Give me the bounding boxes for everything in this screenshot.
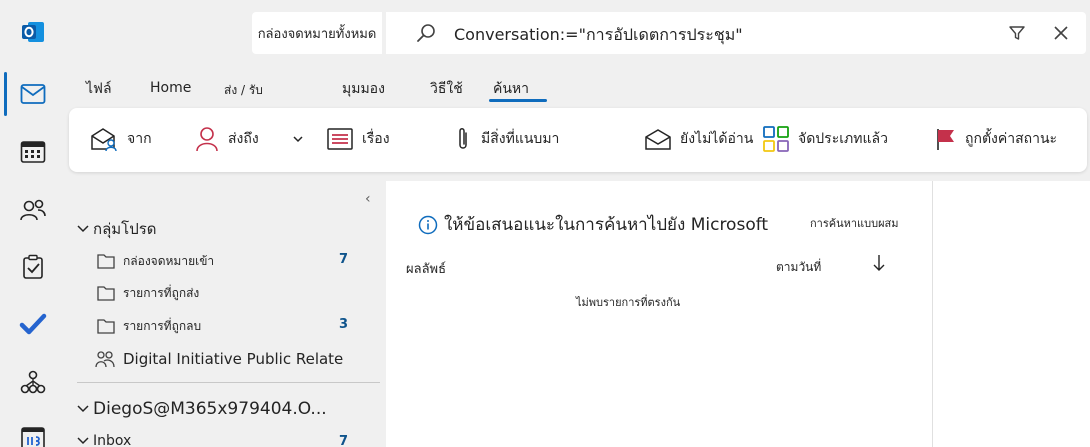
tab-search[interactable]: ค้นหา bbox=[493, 78, 529, 100]
folder-pane: ‹ กลุ่มโปรด กล่องจดหมายเข้า 7 รายการที่ถ… bbox=[69, 181, 386, 447]
folder-label: รายการที่ถูกส่ง bbox=[123, 285, 200, 300]
to-label: ส่งถึง bbox=[228, 131, 259, 147]
unread-label: ยังไม่ได้อ่าน bbox=[680, 131, 754, 147]
unread-count-badge: 3 bbox=[339, 317, 349, 332]
from-button[interactable]: จาก bbox=[89, 124, 152, 154]
people-icon[interactable] bbox=[13, 190, 53, 230]
feedback-text: ให้ข้อเสนอแนะในการค้นหาไปยัง Microsoft bbox=[444, 215, 769, 235]
search-input[interactable]: Conversation:="การอัปเดตการประชุม" bbox=[454, 23, 743, 48]
envelope-person-icon bbox=[91, 128, 117, 152]
divider bbox=[77, 382, 380, 383]
mail-icon[interactable] bbox=[13, 74, 53, 114]
outlook-logo-icon bbox=[13, 12, 53, 52]
filter-icon[interactable] bbox=[1008, 24, 1026, 46]
categorized-button[interactable]: จัดประเภทแล้ว bbox=[762, 124, 888, 154]
tab-help[interactable]: วิธีใช้ bbox=[430, 78, 463, 100]
feedback-link[interactable]: ให้ข้อเสนอแนะในการค้นหาไปยัง Microsoft bbox=[418, 211, 768, 238]
folder-icon bbox=[97, 254, 115, 269]
search-ribbon: จาก ส่งถึง เรื่อง มีสิ่งที่แนบมา ยังไม่ไ… bbox=[69, 108, 1087, 172]
calendar-icon[interactable] bbox=[13, 132, 53, 172]
favorites-label: กลุ่มโปรด bbox=[93, 220, 157, 238]
attachments-label: มีสิ่งที่แนบมา bbox=[481, 131, 560, 147]
reading-pane bbox=[932, 181, 1090, 447]
to-button[interactable]: ส่งถึง bbox=[194, 124, 259, 154]
folder-label: รายการที่ถูกลบ bbox=[123, 318, 202, 333]
chevron-down-icon bbox=[293, 136, 303, 143]
org-explorer-icon[interactable] bbox=[13, 362, 53, 402]
inbox-header[interactable]: Inbox bbox=[77, 433, 131, 447]
results-header: ผลลัพธ์ bbox=[406, 262, 447, 277]
inbox-label: Inbox bbox=[93, 433, 132, 447]
unread-count-badge: 7 bbox=[339, 434, 349, 447]
group-icon bbox=[95, 351, 115, 368]
paperclip-icon bbox=[459, 128, 467, 149]
flag-icon bbox=[937, 129, 954, 150]
chevron-down-icon bbox=[77, 405, 89, 413]
rail-selection-indicator bbox=[4, 72, 7, 116]
subject-button[interactable]: เรื่อง bbox=[326, 124, 390, 154]
tab-file[interactable]: ไฟล์ bbox=[86, 78, 112, 100]
flagged-button[interactable]: ถูกตั้งค่าสถานะ bbox=[935, 124, 1057, 154]
flagged-label: ถูกตั้งค่าสถานะ bbox=[965, 131, 1058, 147]
mixed-search-link[interactable]: การค้นหาแบบผสม bbox=[810, 214, 899, 232]
sort-by-date-button[interactable]: ตามวันที่ bbox=[776, 258, 821, 277]
subject-icon bbox=[327, 128, 353, 150]
arrow-down-icon[interactable] bbox=[872, 253, 886, 277]
account-header[interactable]: DiegoS@M365x979404.O... bbox=[77, 399, 327, 419]
search-icon bbox=[416, 23, 436, 47]
envelope-open-icon bbox=[645, 129, 671, 150]
unread-button[interactable]: ยังไม่ได้อ่าน bbox=[644, 124, 753, 154]
message-list: ให้ข้อเสนอแนะในการค้นหาไปยัง Microsoft ก… bbox=[386, 181, 932, 447]
folder-deleted[interactable]: รายการที่ถูกลบ bbox=[97, 315, 201, 337]
tab-send-receive[interactable]: ส่ง / รับ bbox=[224, 81, 263, 100]
folder-group[interactable]: Digital Initiative Public Relate bbox=[95, 348, 343, 370]
categorized-label: จัดประเภทแล้ว bbox=[798, 131, 888, 147]
app-rail bbox=[0, 0, 66, 447]
tab-home[interactable]: Home bbox=[150, 80, 191, 96]
person-icon bbox=[196, 127, 218, 152]
attachments-button[interactable]: มีสิ่งที่แนบมา bbox=[453, 124, 559, 154]
tasks-icon[interactable] bbox=[13, 247, 53, 287]
search-box[interactable]: Conversation:="การอัปเดตการประชุม" bbox=[386, 12, 1086, 54]
folder-icon bbox=[97, 286, 115, 301]
folder-icon bbox=[97, 319, 115, 334]
info-icon bbox=[418, 215, 438, 234]
tab-view[interactable]: มุมมอง bbox=[342, 78, 385, 100]
todo-icon[interactable] bbox=[13, 304, 53, 344]
active-tab-indicator bbox=[489, 99, 547, 102]
chevron-down-icon bbox=[77, 225, 89, 233]
favorites-header[interactable]: กลุ่มโปรด bbox=[77, 217, 157, 241]
close-icon[interactable] bbox=[1052, 24, 1070, 46]
folder-label: กล่องจดหมายเข้า bbox=[123, 253, 215, 268]
subject-label: เรื่อง bbox=[362, 131, 390, 147]
to-dropdown-button[interactable] bbox=[293, 124, 311, 154]
folder-inbox[interactable]: กล่องจดหมายเข้า bbox=[97, 250, 214, 272]
empty-state-text: ไม่พบรายการที่ตรงกัน bbox=[576, 296, 681, 309]
unread-count-badge: 7 bbox=[339, 252, 349, 267]
from-label: จาก bbox=[127, 131, 152, 147]
chevron-down-icon bbox=[77, 437, 89, 445]
folder-sent[interactable]: รายการที่ถูกส่ง bbox=[97, 282, 199, 304]
collapse-pane-icon[interactable]: ‹ bbox=[365, 191, 371, 207]
search-scope-dropdown[interactable]: กล่องจดหมายทั้งหมด bbox=[252, 12, 382, 54]
search-scope-label: กล่องจดหมายทั้งหมด bbox=[257, 26, 377, 42]
bookings-icon[interactable] bbox=[13, 418, 53, 447]
group-label: Digital Initiative Public Relate bbox=[123, 350, 344, 368]
categories-icon bbox=[763, 126, 789, 152]
account-label: DiegoS@M365x979404.O... bbox=[93, 399, 327, 419]
